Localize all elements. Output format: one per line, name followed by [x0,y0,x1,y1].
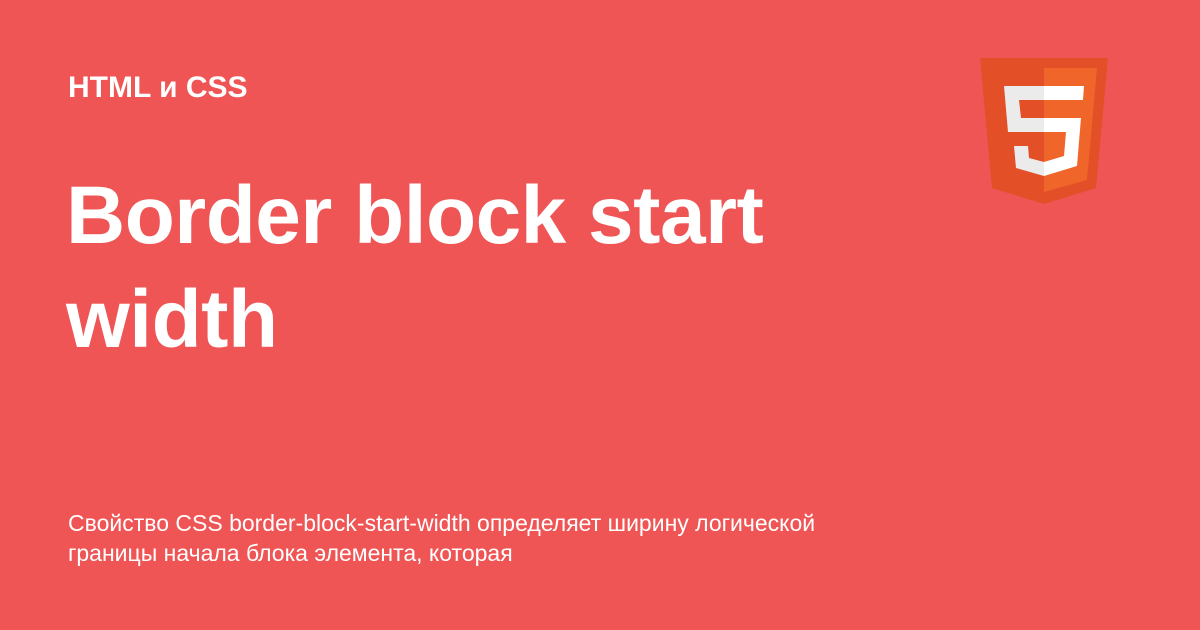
social-card: HTML и CSS Border block start width Свой… [0,0,1200,630]
description-text: Свойство CSS border-block-start-width оп… [68,510,816,566]
page-title: Border block start width [66,170,764,365]
category-label: HTML и CSS [68,71,248,104]
html5-logo-icon [980,58,1108,204]
